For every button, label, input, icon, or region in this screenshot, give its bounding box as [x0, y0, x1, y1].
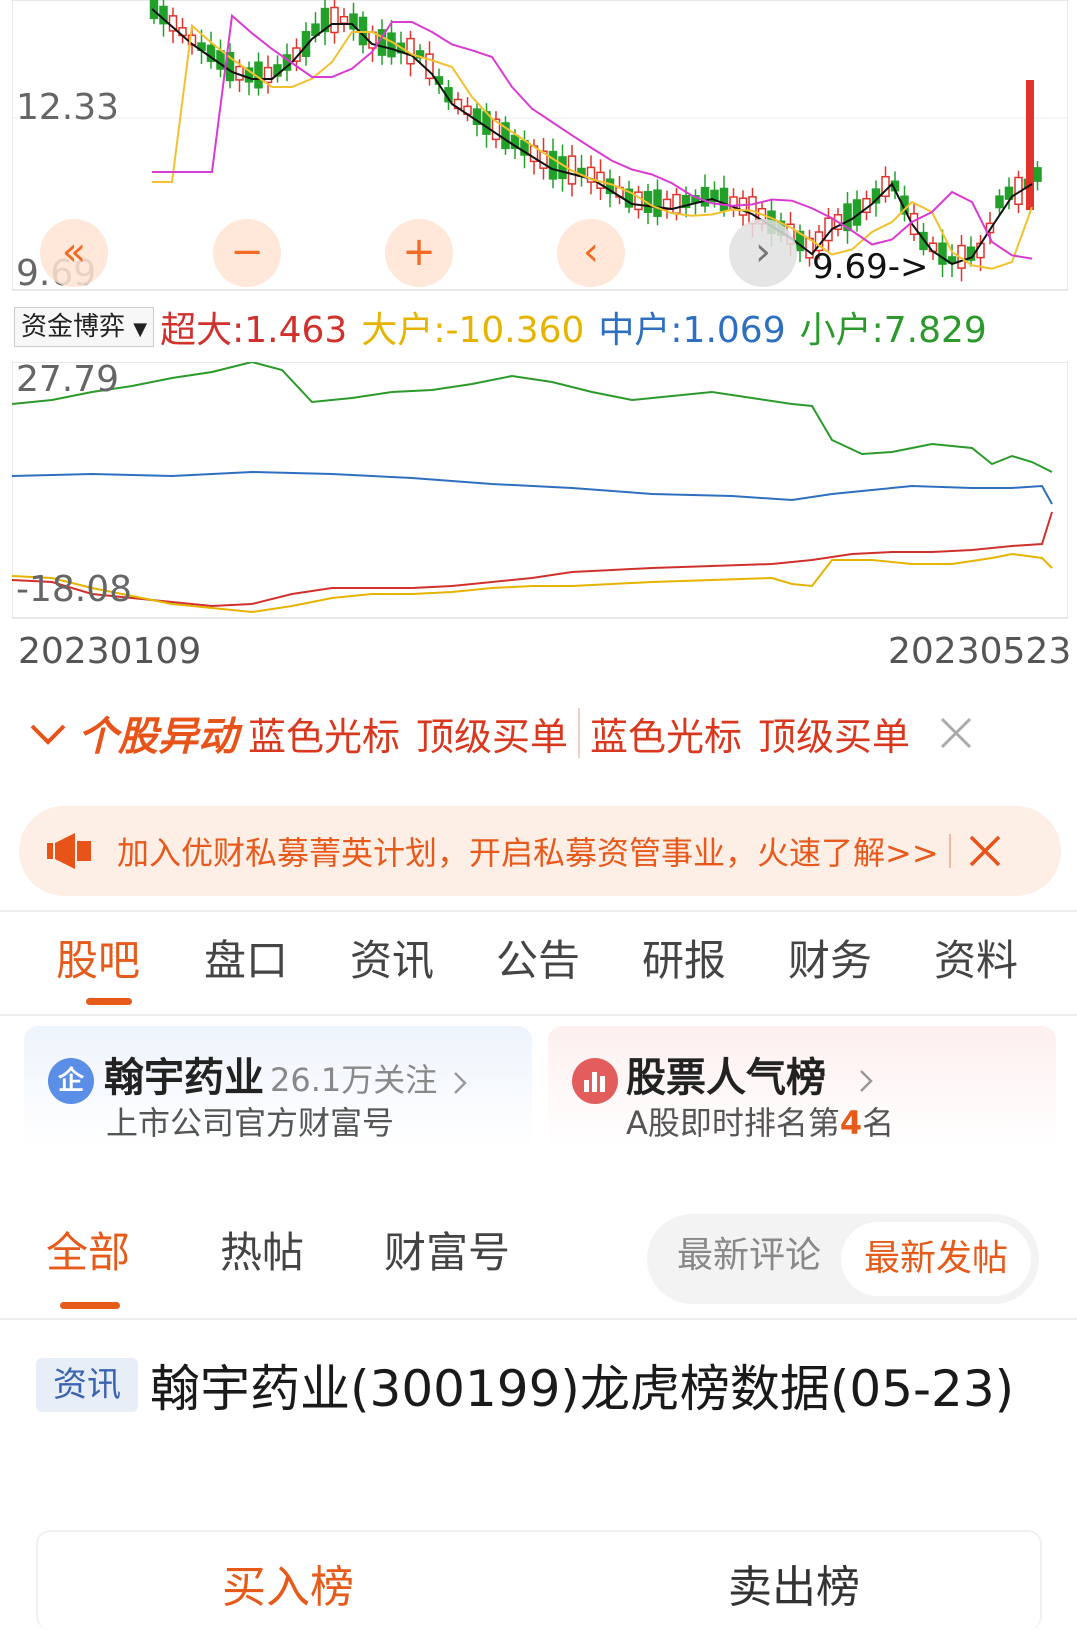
follower-count: 26.1万关注	[270, 1061, 438, 1099]
candle-body	[339, 15, 349, 25]
divider	[0, 1318, 1077, 1320]
sort-latest-post[interactable]: 最新发帖	[841, 1222, 1031, 1296]
indicator-large: 大户:-10.360	[361, 310, 585, 351]
candle-body	[149, 0, 159, 20]
end-date: 20230523	[888, 631, 1072, 672]
candle-body	[330, 6, 339, 34]
candle-body	[995, 195, 1004, 209]
chevron-right-icon	[454, 1072, 467, 1094]
ranking-title: 股票人气榜	[626, 1055, 826, 1101]
divider	[0, 910, 1077, 912]
ranking-number: 4	[839, 1104, 863, 1142]
candle-body	[548, 150, 558, 180]
candle-body	[700, 186, 710, 207]
fund-bottom-value: -18.08	[16, 569, 133, 610]
candle-body	[653, 189, 662, 217]
post-title[interactable]: 翰宇药业(300199)龙虎榜数据(05-23)	[36, 1350, 1036, 1428]
fund-flow-chart[interactable]	[12, 362, 1068, 620]
candle-body	[387, 32, 396, 58]
post-tag: 资讯	[36, 1358, 138, 1412]
price-high-label: 12.33	[16, 87, 120, 128]
bar-chart-icon	[572, 1058, 618, 1104]
alert-divider	[578, 708, 581, 758]
subtab-all[interactable]: 全部	[46, 1228, 130, 1278]
tab-news[interactable]: 资讯	[350, 936, 434, 986]
large-flow-line	[12, 552, 1053, 614]
chevron-left-icon[interactable]: ‹	[557, 219, 625, 287]
chevron-right-icon[interactable]: ›	[729, 219, 797, 287]
divider	[0, 1014, 1077, 1016]
megaphone-icon	[47, 833, 91, 869]
start-date: 20230109	[18, 631, 202, 672]
sort-toggle: 最新评论 最新发帖	[647, 1214, 1039, 1304]
candle-body	[558, 156, 567, 180]
tab-finance[interactable]: 财务	[788, 936, 872, 986]
candle-body	[263, 66, 273, 84]
low-marker: 9.69->	[812, 247, 929, 287]
zoom-out-icon[interactable]: −	[213, 219, 281, 287]
chevron-down-icon[interactable]	[28, 718, 68, 748]
lhb-buy-tab[interactable]: 买入榜	[222, 1562, 354, 1615]
medium-flow-line	[12, 470, 1053, 505]
indicator-super: 超大:1.463	[160, 310, 348, 351]
stock-alert-row[interactable]: 个股异动 蓝色光标 顶级买单 蓝色光标 顶级买单	[28, 704, 1058, 762]
small-flow-line	[12, 362, 1053, 473]
candle-body	[938, 242, 947, 265]
ranking-prefix: A股即时排名第	[626, 1104, 840, 1142]
candle-body	[1026, 80, 1034, 210]
company-name: 翰宇药业 26.1万关注	[104, 1054, 437, 1102]
alert-tag[interactable]: 蓝色光标	[590, 706, 742, 761]
banner-text: 加入优财私募菁英计划，开启私募资管事业，火速了解>>	[117, 834, 939, 872]
promo-banner[interactable]: 加入优财私募菁英计划，开启私募资管事业，火速了解>>	[19, 806, 1061, 896]
alert-tag[interactable]: 顶级买单	[758, 706, 910, 761]
candle-body	[719, 187, 729, 212]
indicator-row: 资金博弈 ▼ 超大:1.463 大户:-10.360 中户:1.069 小户:7…	[14, 306, 1001, 351]
subtab-fortune[interactable]: 财富号	[384, 1228, 510, 1278]
enterprise-icon: 企	[48, 1058, 94, 1104]
candle-body	[672, 193, 681, 214]
chevron-right-icon	[860, 1070, 873, 1092]
indicator-small: 小户:7.829	[799, 310, 987, 351]
alert-title: 个股异动	[78, 714, 238, 760]
tab-guba[interactable]: 股吧	[56, 936, 140, 986]
lhb-sell-tab[interactable]: 卖出榜	[728, 1562, 860, 1615]
alert-tag[interactable]: 顶级买单	[416, 706, 568, 761]
alert-tag[interactable]: 蓝色光标	[248, 706, 400, 761]
lhb-panel	[36, 1530, 1042, 1630]
company-subtitle: 上市公司官方财富号	[106, 1104, 395, 1142]
tab-announcements[interactable]: 公告	[496, 936, 580, 986]
candle-body	[1033, 167, 1042, 182]
fund-top-value: 27.79	[16, 359, 120, 400]
active-tab-indicator	[86, 998, 132, 1005]
rewind-icon[interactable]: «	[40, 219, 108, 287]
ranking-suffix: 名	[862, 1104, 895, 1142]
ranking-subtitle: A股即时排名第4名	[626, 1104, 894, 1142]
company-name-text: 翰宇药业	[104, 1055, 264, 1101]
active-subtab-indicator	[60, 1302, 120, 1309]
close-icon[interactable]	[965, 831, 1005, 871]
subtab-hot[interactable]: 热帖	[220, 1228, 304, 1278]
tab-research[interactable]: 研报	[642, 936, 726, 986]
dropdown-icon: ▼	[133, 319, 148, 340]
close-icon[interactable]	[936, 713, 976, 753]
banner-divider	[948, 834, 951, 868]
indicator-selector[interactable]: 资金博弈 ▼	[14, 307, 155, 347]
super-flow-line	[12, 511, 1053, 608]
tab-pankou[interactable]: 盘口	[204, 936, 288, 986]
sort-latest-comment[interactable]: 最新评论	[677, 1234, 821, 1277]
indicator-selector-label: 资金博弈	[21, 312, 126, 342]
tab-profile[interactable]: 资料	[934, 936, 1018, 986]
zoom-in-icon[interactable]: +	[385, 219, 453, 287]
indicator-medium: 中户:1.069	[598, 310, 786, 351]
